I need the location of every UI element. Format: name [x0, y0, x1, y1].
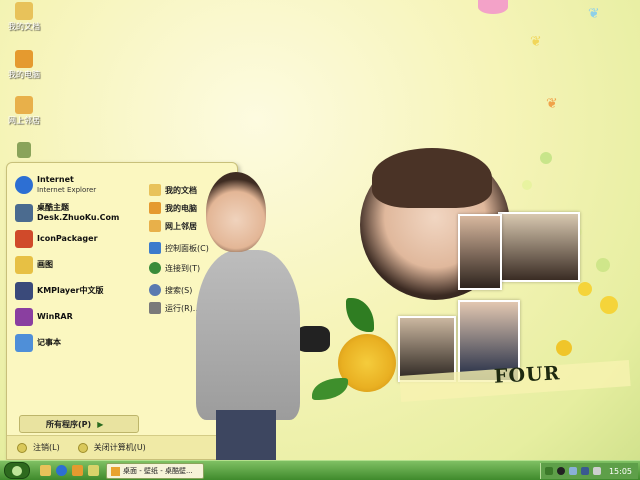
place-run[interactable]: 运行(R)...: [149, 299, 200, 317]
wallpaper-figure: [196, 250, 300, 420]
wallpaper-figure-head: [206, 172, 266, 252]
control-panel-icon: [149, 242, 161, 254]
flower-decoration: [556, 340, 572, 356]
documents-icon: [149, 184, 161, 196]
zhuoku-icon: [15, 204, 33, 222]
quick-launch-media-icon[interactable]: [72, 465, 83, 476]
logoff-button[interactable]: 注销(L): [17, 442, 60, 453]
computer-icon: [149, 202, 161, 214]
ie-icon: [15, 176, 33, 194]
logo-mark: [296, 326, 330, 352]
place-my-documents[interactable]: 我的文档: [149, 181, 197, 199]
flower-decoration: [600, 296, 618, 314]
folder-icon: [111, 466, 120, 476]
quick-launch-ie-icon[interactable]: [56, 465, 67, 476]
logoff-icon: [17, 442, 27, 453]
tray-arrow-icon[interactable]: [545, 467, 553, 475]
wallpaper-photo: [458, 214, 502, 290]
desktop-icon-network[interactable]: 网上邻居: [2, 96, 46, 126]
start-item-iconpackager[interactable]: IconPackager: [15, 227, 141, 251]
taskbar: 桌面 - 壁纸 - 桌酷壁... 15:05: [0, 460, 640, 480]
place-connect-to[interactable]: 连接到(T): [149, 259, 200, 277]
notepad-icon: [15, 334, 33, 352]
paint-icon: [15, 256, 33, 274]
start-item-notepad[interactable]: 记事本: [15, 331, 141, 355]
tray-security-icon[interactable]: [581, 467, 589, 475]
desktop-icon-my-computer[interactable]: 我的电脑: [2, 50, 46, 80]
place-my-computer[interactable]: 我的电脑: [149, 199, 197, 217]
wallpaper-portrait-hair: [372, 148, 492, 208]
start-menu-pinned: Internet Internet Explorer 桌酷主题Desk.ZhuoK…: [9, 169, 143, 433]
quick-launch-desktop-icon[interactable]: [40, 465, 51, 476]
start-orb-icon: [12, 466, 22, 476]
connect-icon: [149, 262, 161, 274]
wallpaper-figure-jeans: [216, 410, 276, 460]
wallpaper-bubble: [596, 258, 610, 272]
desktop-icon-recycle-bin[interactable]: [2, 142, 46, 159]
quick-launch-folder-icon[interactable]: [88, 465, 99, 476]
butterfly-icon: ❦: [546, 96, 558, 112]
wallpaper-photo: [498, 212, 580, 282]
place-control-panel[interactable]: 控制面板(C): [149, 239, 209, 257]
leaf-decoration: [312, 378, 348, 400]
butterfly-icon: ❦: [588, 6, 600, 22]
place-network[interactable]: 网上邻居: [149, 217, 197, 235]
leaf-decoration: [346, 298, 374, 332]
shutdown-button[interactable]: 关闭计算机(U): [77, 442, 146, 453]
tray-qq-icon[interactable]: [557, 467, 565, 475]
network-icon: [15, 96, 33, 114]
wallpaper-bubble: [522, 180, 532, 190]
start-item-internet-explorer[interactable]: Internet Internet Explorer: [15, 173, 141, 197]
flower-decoration: [478, 0, 508, 14]
wallpaper-bubble: [540, 152, 552, 164]
desktop-icon-my-documents[interactable]: 我的文档: [2, 2, 46, 32]
flower-decoration: [578, 282, 592, 296]
iconpackager-icon: [15, 230, 33, 248]
start-menu-footer: 注销(L) 关闭计算机(U): [7, 435, 237, 459]
start-button[interactable]: [4, 462, 30, 479]
start-item-zhuoku[interactable]: 桌酷主题Desk.ZhuoKu.Com: [15, 201, 141, 225]
place-search[interactable]: 搜索(S): [149, 281, 192, 299]
run-icon: [149, 302, 161, 314]
start-item-paint[interactable]: 画图: [15, 253, 141, 277]
arrow-right-icon: ▶: [97, 419, 104, 429]
all-programs-button[interactable]: 所有程序(P) ▶: [19, 415, 139, 433]
tray-network-icon[interactable]: [569, 467, 577, 475]
power-icon: [77, 442, 88, 453]
network-icon: [149, 220, 161, 232]
folder-icon: [15, 2, 33, 20]
tray-volume-icon[interactable]: [593, 467, 601, 475]
start-item-winrar[interactable]: WinRAR: [15, 305, 141, 329]
winrar-icon: [15, 308, 33, 326]
clock[interactable]: 15:05: [609, 467, 632, 476]
start-item-kmplayer[interactable]: KMPlayer中文版: [15, 279, 141, 303]
butterfly-icon: ❦: [530, 34, 542, 50]
taskbar-window-button[interactable]: 桌面 - 壁纸 - 桌酷壁...: [106, 463, 204, 479]
search-icon: [149, 284, 161, 296]
system-tray: 15:05: [540, 463, 638, 479]
kmplayer-icon: [15, 282, 33, 300]
computer-icon: [15, 50, 33, 68]
four-logo: FOUR: [493, 362, 561, 388]
recycle-bin-icon: [17, 142, 31, 158]
